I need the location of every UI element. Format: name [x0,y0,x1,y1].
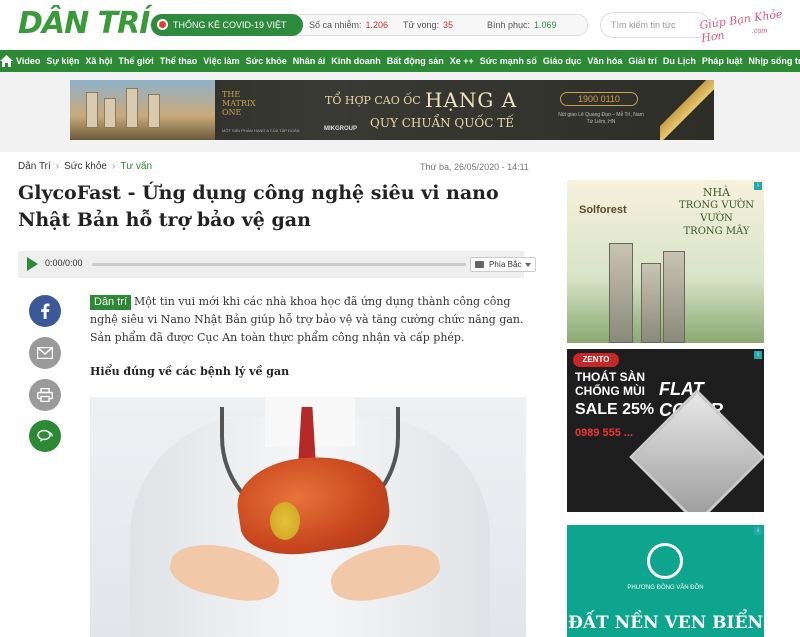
ad-info-icon[interactable]: i [754,527,762,535]
chevron-down-icon [525,263,531,267]
phuong-dong-logo-icon [647,543,683,579]
comment-icon [37,429,53,442]
ad2-brand: ZENTO [573,353,619,367]
nav-item-xe[interactable]: Xe ++ [447,50,477,72]
banner-phone: 1900 0110 [560,92,638,106]
print-button[interactable] [29,379,61,411]
breadcrumb-section[interactable]: Sức khỏe [64,161,107,172]
ad2-phone: 0989 555 ... [575,427,634,439]
watermark-suffix: .com [752,28,768,35]
audio-progress-track[interactable] [92,263,466,266]
article-image [90,397,526,637]
covid-stats-bar[interactable]: THỐNG KÊ COVID-19 VIỆT NAM Số ca nhiễm: 1… [150,14,588,52]
covid-label: THỐNG KÊ COVID-19 VIỆT NAM [151,14,303,52]
nav-item-giao-duc[interactable]: Giáo dục [540,50,585,72]
sidebar-ad-zento[interactable]: i ZENTO THOÁT SÀN CHỐNG MÙI FLAT COVER S… [567,349,764,512]
nav-item-the-thao[interactable]: Thể thao [157,50,201,72]
email-share-button[interactable] [29,337,61,369]
main-nav: Video Sự kiện Xã hội Thế giới Thể thao V… [0,50,800,72]
watermark-logo: Giúp Bạn Khỏe Hơn [698,7,784,45]
breadcrumb: Dân Trí › Sức khỏe › Tư vấn [18,161,152,172]
search-input[interactable]: Tìm kiếm tin tức [600,12,710,38]
breadcrumb-separator: › [55,161,60,172]
ad2-sale: SALE 25% [575,401,655,418]
voice-region-select[interactable]: Phía Bắc [470,257,536,272]
breadcrumb-home[interactable]: Dân Trí [18,161,51,172]
nav-item-su-kien[interactable]: Sự kiện [43,50,82,72]
nav-item-giai-tri[interactable]: Giải trí [625,50,660,72]
nav-item-suc-manh-so[interactable]: Sức mạnh số [477,50,540,72]
top-banner-area: THE MATRIX ONE MỘT SẢN PHẨM HẠNG A CỦA T… [0,72,800,152]
printer-icon [37,388,53,402]
nav-item-van-hoa[interactable]: Văn hóa [584,50,625,72]
deaths-stat: Tử vong: 35 [403,20,454,30]
mail-icon [37,347,53,359]
source-tag: Dân trí [90,295,132,310]
ad2-line1: THOÁT SÀN [575,370,645,384]
nav-item-phap-luat[interactable]: Pháp luật [699,50,746,72]
audio-player: 0:00/0:00 Phía Bắc [18,251,536,278]
breadcrumb-current[interactable]: Tư vấn [120,161,152,172]
facebook-share-button[interactable] [29,295,61,327]
banner-headline-b: HẠNG A [425,88,518,112]
ad1-line2: TRONG VƯỜN VƯỜN TRONG MÂY [679,200,754,237]
article-lead: Dân trí Một tin vui mới khi các nhà khoa … [90,293,526,347]
banner-building-image [70,80,215,140]
nav-item-nhip-song-tre[interactable]: Nhịp sống trẻ [745,50,800,72]
comment-button[interactable] [29,420,61,452]
sidebar-ad-solforest[interactable]: i Solforest NHÀ TRONG VƯỜN VƯỜN TRONG MÂ… [567,180,764,343]
sidebar-ad-phuong-dong[interactable]: i PHƯƠNG ĐÔNG VÂN ĐỒN ĐẤT NỀN VEN BIỂN [567,525,764,637]
article-subhead: Hiểu đúng về các bệnh lý về gan [90,365,290,378]
banner-decoration [660,80,714,140]
play-icon[interactable] [27,257,38,271]
breadcrumb-separator: › [111,161,116,172]
banner-address: Nút giao Lê Quang Đạo – Mễ Trì, Nam Từ L… [558,112,644,125]
nav-item-du-lich[interactable]: Du Lịch [660,50,699,72]
recovered-stat: Bình phục: 1.069 [487,20,557,30]
nav-item-xa-hoi[interactable]: Xã hội [82,50,115,72]
ad2-line2: CHỐNG MÙI [575,384,645,398]
ad1-line1: NHÀ [702,186,731,199]
nav-item-nhan-ai[interactable]: Nhân ái [290,50,329,72]
banner-brand: THE MATRIX ONE [222,90,256,117]
nav-item-suc-khoe[interactable]: Sức khỏe [243,50,290,72]
cases-stat: Số ca nhiễm: 1.206 [309,20,389,30]
article-date: Thứ ba, 26/05/2020 - 14:11 [420,162,529,172]
nav-item-video[interactable]: Video [13,50,43,72]
home-icon[interactable] [0,50,13,72]
banner-headline-c: QUY CHUẨN QUỐC TẾ [370,116,514,130]
ad-info-icon[interactable]: i [754,351,762,359]
nav-item-the-gioi[interactable]: Thế giới [115,50,156,72]
banner-headline-a: TỔ HỢP CAO ỐC [325,94,421,107]
site-logo[interactable]: DÂN TRÍ [18,6,150,41]
nav-item-bat-dong-san[interactable]: Bất động sản [384,50,447,72]
banner-ad[interactable]: THE MATRIX ONE MỘT SẢN PHẨM HẠNG A CỦA T… [70,80,714,140]
speaker-icon [475,261,484,268]
banner-group: MIKGROUP [324,126,357,132]
lead-text: Một tin vui mới khi các nhà khoa học đã … [90,295,524,344]
nav-item-kinh-doanh[interactable]: Kinh doanh [328,50,384,72]
ad1-brand: Solforest [579,204,627,216]
nav-item-viec-lam[interactable]: Việc làm [200,50,242,72]
ad3-company: PHƯƠNG ĐÔNG VÂN ĐỒN [627,585,704,591]
top-header: DÂN TRÍ THỐNG KÊ COVID-19 VIỆT NAM Số ca… [0,0,800,52]
facebook-icon [41,303,50,319]
alert-dot-icon [157,19,168,30]
audio-time: 0:00/0:00 [45,258,83,268]
banner-brand-sub: MỘT SẢN PHẨM HẠNG A CỦA TẬP ĐOÀN [222,128,300,133]
ad3-headline: ĐẤT NỀN VEN BIỂN [568,613,763,633]
article-title: GlycoFast - Ứng dụng công nghệ siêu vi n… [18,182,499,231]
